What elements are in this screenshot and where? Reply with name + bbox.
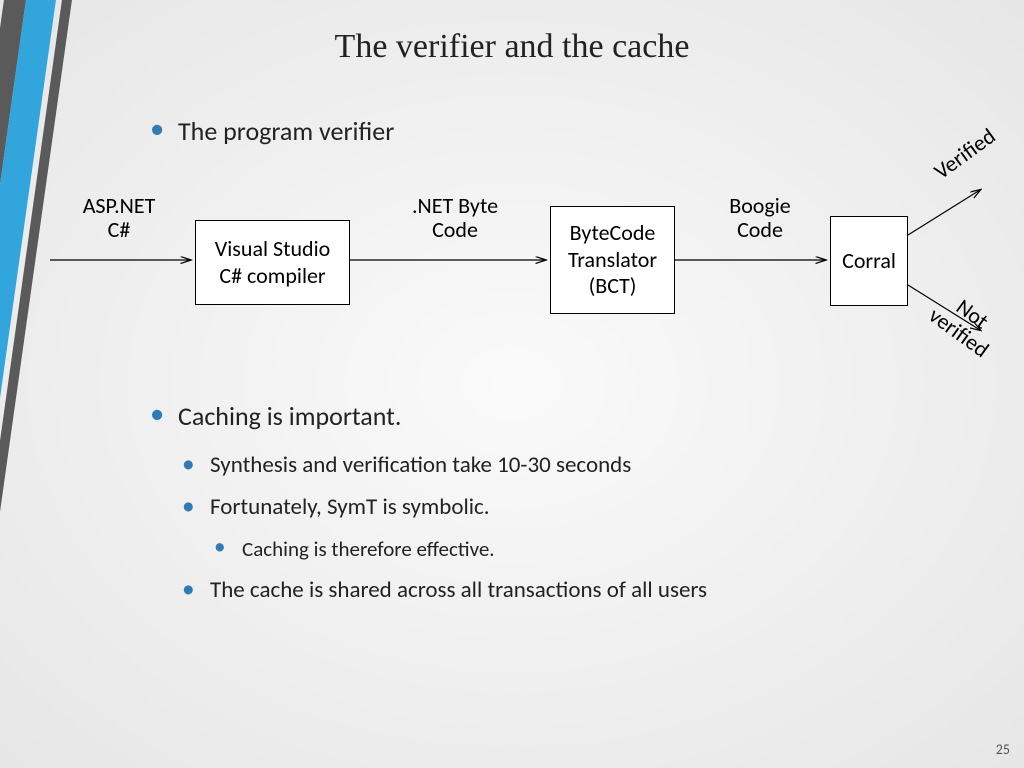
bullet-program-verifier: The program verifier	[150, 115, 980, 147]
diagram-input-label-bottom: C#	[108, 216, 131, 243]
bullet-synthesis-time: Synthesis and verification take 10-30 se…	[182, 451, 980, 480]
diagram-box-compiler-l1: Visual Studio	[196, 236, 349, 262]
diagram-edge-bytecode-top: .NET Byte	[412, 192, 498, 219]
diagram-box-compiler-l2: C# compiler	[196, 263, 349, 289]
diagram-edge-boogie: Boogie Code	[710, 194, 810, 242]
verifier-diagram: ASP.NET C# Visual Studio C# compiler .NE…	[50, 170, 1000, 370]
diagram-box-bct-l1: ByteCode	[551, 220, 674, 246]
bullet-caching-important: Caching is important.	[150, 400, 980, 433]
bullet-caching-effective: Caching is therefore effective.	[214, 536, 980, 562]
diagram-edge-bytecode-bottom: Code	[432, 216, 478, 243]
diagram-edge-boogie-top: Boogie	[729, 192, 791, 219]
diagram-input-label: ASP.NET C#	[64, 194, 174, 242]
diagram-input-label-top: ASP.NET	[83, 192, 156, 219]
diagram-box-corral: Corral	[830, 216, 908, 306]
page-number: 25	[996, 741, 1010, 758]
diagram-box-bct-l2: Translator	[551, 247, 674, 273]
content-top: The program verifier	[150, 115, 980, 157]
diagram-edge-bytecode: .NET Byte Code	[390, 194, 520, 242]
diagram-box-bct: ByteCode Translator (BCT)	[550, 206, 675, 314]
diagram-box-bct-l3: (BCT)	[551, 273, 674, 299]
bullet-symt-symbolic: Fortunately, SymT is symbolic.	[182, 493, 980, 522]
diagram-box-corral-label: Corral	[831, 248, 907, 274]
bullet-cache-shared: The cache is shared across all transacti…	[182, 576, 980, 605]
diagram-box-compiler: Visual Studio C# compiler	[195, 220, 350, 305]
content-bottom: Caching is important. Synthesis and veri…	[150, 400, 980, 619]
diagram-edge-boogie-bottom: Code	[737, 216, 783, 243]
slide-title: The verifier and the cache	[0, 28, 1024, 66]
